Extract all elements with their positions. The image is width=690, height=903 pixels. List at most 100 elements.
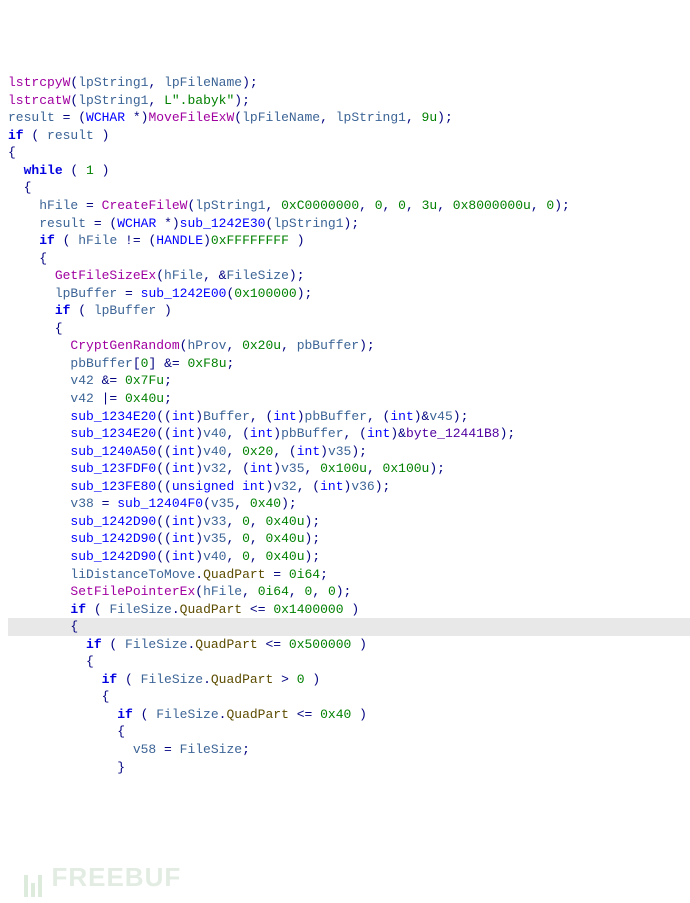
token-var: v35 bbox=[281, 461, 304, 476]
token-fn-purple: SetFilePointerEx bbox=[70, 584, 195, 599]
token-var: FileSize bbox=[141, 672, 203, 687]
token-num: 0x1400000 bbox=[273, 602, 343, 617]
token-fn-blue: sub_1242D90 bbox=[70, 549, 156, 564]
token-var: lpString1 bbox=[273, 216, 343, 231]
token-fn-blue: sub_123FDF0 bbox=[70, 461, 156, 476]
watermark: FREEBUF bbox=[8, 825, 181, 897]
code-line: if ( FileSize.QuadPart <= 0x40 ) bbox=[8, 706, 690, 724]
watermark-label: FREEBUF bbox=[51, 862, 181, 892]
code-line: v58 = FileSize; bbox=[8, 741, 690, 759]
token-punct: , & bbox=[203, 268, 226, 283]
token-type: int bbox=[172, 549, 195, 564]
token-fn-blue: sub_1234E20 bbox=[70, 426, 156, 441]
token-punct: , ( bbox=[297, 479, 320, 494]
token-punct: , bbox=[226, 531, 242, 546]
token-punct bbox=[8, 198, 39, 213]
token-punct: , bbox=[289, 584, 305, 599]
token-punct bbox=[8, 742, 133, 757]
code-line: sub_1234E20((int)v40, (int)pbBuffer, (in… bbox=[8, 425, 690, 443]
token-punct: )& bbox=[390, 426, 406, 441]
token-var: hFile bbox=[203, 584, 242, 599]
code-line: { bbox=[8, 250, 690, 268]
token-var: result bbox=[47, 128, 94, 143]
token-op: > bbox=[273, 672, 296, 687]
token-punct: . bbox=[203, 672, 211, 687]
token-punct bbox=[8, 637, 86, 652]
token-num: 0xC0000000 bbox=[281, 198, 359, 213]
token-fn-blue: sub_123FE80 bbox=[70, 479, 156, 494]
token-punct: ); bbox=[281, 496, 297, 511]
token-punct bbox=[8, 496, 70, 511]
token-var: v32 bbox=[203, 461, 226, 476]
code-line: result = (WCHAR *)MoveFileExW(lpFileName… bbox=[8, 109, 690, 127]
token-num: 0x8000000u bbox=[453, 198, 531, 213]
token-punct: , bbox=[148, 75, 164, 90]
token-num: 0xF8u bbox=[188, 356, 227, 371]
token-type: WCHAR bbox=[117, 216, 156, 231]
token-punct: ) bbox=[320, 444, 328, 459]
token-var: v45 bbox=[429, 409, 452, 424]
token-fn-purple: lstrcatW bbox=[8, 93, 70, 108]
token-punct: . bbox=[195, 567, 203, 582]
token-punct bbox=[8, 567, 70, 582]
token-num: 0x20u bbox=[242, 338, 281, 353]
token-punct: { bbox=[8, 724, 125, 739]
token-punct: ) bbox=[273, 461, 281, 476]
code-line: { bbox=[8, 320, 690, 338]
token-var: v58 bbox=[133, 742, 156, 757]
code-line: } bbox=[8, 759, 690, 777]
token-var: v38 bbox=[70, 496, 93, 511]
token-punct: , ( bbox=[344, 426, 367, 441]
token-kw: if bbox=[39, 233, 55, 248]
token-punct bbox=[8, 584, 70, 599]
token-num: 0x40u bbox=[266, 514, 305, 529]
token-num: 0x40u bbox=[125, 391, 164, 406]
code-line: { bbox=[8, 653, 690, 671]
token-var: FileSize bbox=[109, 602, 171, 617]
token-punct: , bbox=[359, 198, 375, 213]
token-type: int bbox=[390, 409, 413, 424]
token-type: int bbox=[172, 461, 195, 476]
token-punct: { bbox=[8, 619, 78, 634]
token-type: int bbox=[250, 426, 273, 441]
token-op: = bbox=[78, 198, 101, 213]
token-punct: , bbox=[320, 110, 336, 125]
token-fn-blue: sub_1242E00 bbox=[141, 286, 227, 301]
code-line: v42 |= 0x40u; bbox=[8, 390, 690, 408]
token-var: pbBuffer bbox=[281, 426, 343, 441]
token-num: 0 bbox=[297, 672, 305, 687]
token-punct: ) bbox=[305, 672, 321, 687]
token-num: 0x100000 bbox=[234, 286, 296, 301]
token-op: = bbox=[265, 567, 288, 582]
token-punct: ( bbox=[55, 233, 78, 248]
token-type: int bbox=[320, 479, 343, 494]
code-line: { bbox=[8, 618, 690, 636]
token-punct: ( bbox=[86, 602, 109, 617]
token-var: FileSize bbox=[180, 742, 242, 757]
token-var: v42 bbox=[70, 373, 93, 388]
token-kw: if bbox=[86, 637, 102, 652]
token-fn-purple: MoveFileExW bbox=[148, 110, 234, 125]
token-var: lpBuffer bbox=[94, 303, 156, 318]
token-var: hProv bbox=[187, 338, 226, 353]
token-punct: ); bbox=[336, 584, 352, 599]
token-type: int bbox=[250, 461, 273, 476]
token-punct: ( bbox=[24, 128, 47, 143]
token-punct: ( bbox=[156, 268, 164, 283]
token-punct: (( bbox=[156, 444, 172, 459]
token-punct: )& bbox=[414, 409, 430, 424]
token-struct: QuadPart bbox=[180, 602, 242, 617]
token-punct: , bbox=[250, 514, 266, 529]
token-punct: (( bbox=[156, 549, 172, 564]
token-num: 0xFFFFFFFF bbox=[211, 233, 289, 248]
token-punct: ) bbox=[351, 707, 367, 722]
token-punct: , bbox=[226, 444, 242, 459]
token-const: byte_12441B8 bbox=[406, 426, 500, 441]
token-var: lpFileName bbox=[242, 110, 320, 125]
token-num: 0i64 bbox=[258, 584, 289, 599]
token-fn-purple: GetFileSizeEx bbox=[55, 268, 156, 283]
code-line: sub_1242D90((int)v33, 0, 0x40u); bbox=[8, 513, 690, 531]
token-punct: , bbox=[148, 93, 164, 108]
token-kw: while bbox=[24, 163, 63, 178]
token-punct: , ( bbox=[226, 426, 249, 441]
